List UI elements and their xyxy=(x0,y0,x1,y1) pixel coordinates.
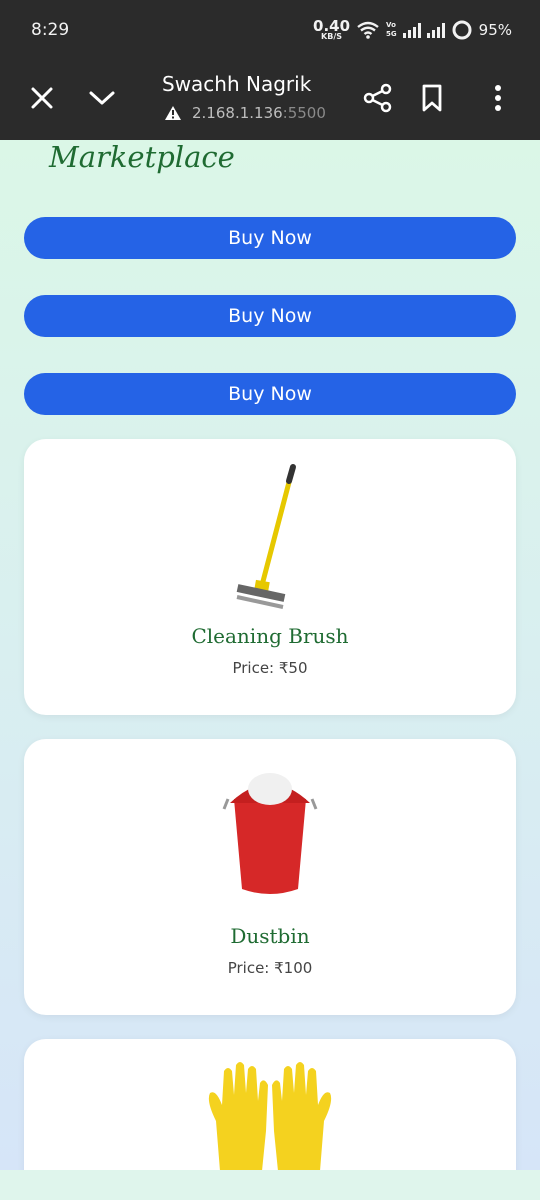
url-port: :5500 xyxy=(282,104,326,122)
dustbin-image xyxy=(222,773,318,894)
buy-now-button-1[interactable]: Buy Now xyxy=(24,217,516,259)
warning-icon xyxy=(165,106,181,120)
close-icon[interactable] xyxy=(24,80,60,116)
buy-now-button-2[interactable]: Buy Now xyxy=(24,295,516,337)
speed-unit: KB/S xyxy=(321,32,343,41)
battery-percent: 95% xyxy=(478,21,512,39)
product-name: Cleaning Brush xyxy=(191,624,349,648)
product-card-gloves xyxy=(24,1039,516,1170)
product-name: Dustbin xyxy=(230,924,310,948)
buy-now-button-3[interactable]: Buy Now xyxy=(24,373,516,415)
gloves-image xyxy=(208,1062,332,1170)
product-card-dustbin: Dustbin Price: ₹100 xyxy=(24,739,516,1015)
status-icons: 0.40 KB/S Vo 5G 95% xyxy=(313,16,512,44)
bookmark-icon[interactable] xyxy=(414,80,450,116)
volte-top: Vo xyxy=(386,21,396,29)
chevron-down-icon[interactable] xyxy=(84,80,120,116)
more-vert-icon[interactable] xyxy=(480,80,516,116)
cleaning-brush-image xyxy=(236,464,296,609)
status-bar: 8:29 0.40 KB/S Vo 5G 95% xyxy=(0,0,540,58)
url-display[interactable]: 2.168.1.136:5500 xyxy=(164,104,326,122)
page-content: Marketplace Buy Now Buy Now Buy Now Clea… xyxy=(0,140,540,1170)
volte-bottom: 5G xyxy=(386,30,397,38)
share-icon[interactable] xyxy=(360,80,396,116)
bottom-strip xyxy=(0,1170,540,1200)
volte-indicator: Vo 5G xyxy=(386,21,397,39)
wifi-icon xyxy=(357,21,379,39)
network-speed: 0.40 KB/S xyxy=(313,19,350,41)
battery-ring-icon xyxy=(452,20,472,40)
browser-toolbar: Swachh Nagrik 2.168.1.136:5500 xyxy=(0,58,540,140)
signal-icon-2 xyxy=(426,22,445,38)
page-title: Swachh Nagrik xyxy=(162,72,312,96)
product-card-cleaning-brush: Cleaning Brush Price: ₹50 xyxy=(24,439,516,715)
product-price: Price: ₹100 xyxy=(227,959,313,977)
url-host: 2.168.1.136 xyxy=(192,104,283,122)
product-price: Price: ₹50 xyxy=(232,659,308,677)
status-time: 8:29 xyxy=(31,20,70,40)
signal-icon xyxy=(402,22,421,38)
marketplace-heading: Marketplace xyxy=(49,140,235,174)
